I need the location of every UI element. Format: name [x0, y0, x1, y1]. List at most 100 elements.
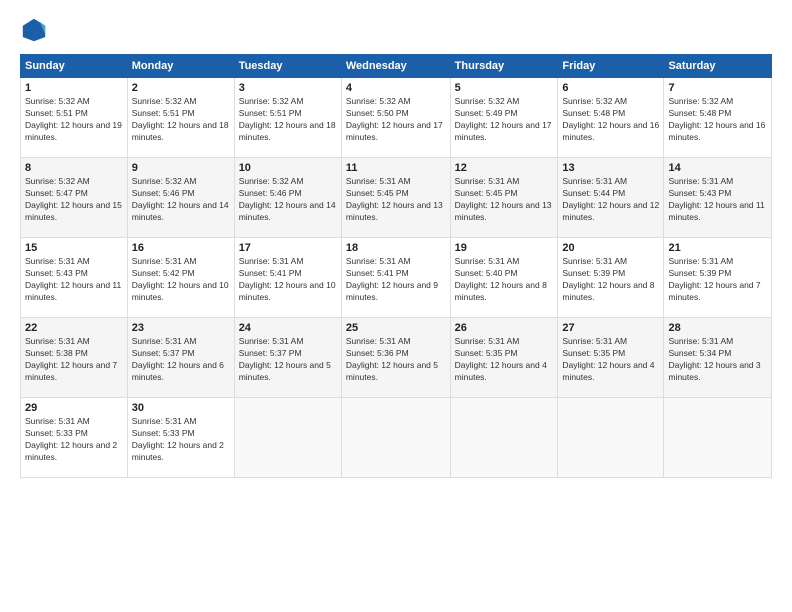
sunset-time: Sunset: 5:39 PM [562, 268, 625, 278]
daylight-hours: Daylight: 12 hours and 14 minutes. [239, 200, 336, 222]
sunset-time: Sunset: 5:48 PM [562, 108, 625, 118]
daylight-hours: Daylight: 12 hours and 4 minutes. [562, 360, 654, 382]
sunset-time: Sunset: 5:48 PM [668, 108, 731, 118]
calendar-row: 1 Sunrise: 5:32 AM Sunset: 5:51 PM Dayli… [21, 78, 772, 158]
col-friday: Friday [558, 55, 664, 78]
day-number: 28 [668, 322, 767, 334]
daylight-hours: Daylight: 12 hours and 13 minutes. [455, 200, 552, 222]
day-info: Sunrise: 5:31 AM Sunset: 5:41 PM Dayligh… [346, 256, 446, 304]
day-info: Sunrise: 5:31 AM Sunset: 5:39 PM Dayligh… [668, 256, 767, 304]
day-info: Sunrise: 5:32 AM Sunset: 5:46 PM Dayligh… [239, 176, 337, 224]
daylight-hours: Daylight: 12 hours and 16 minutes. [562, 120, 659, 142]
sunrise-time: Sunrise: 5:31 AM [25, 416, 90, 426]
day-info: Sunrise: 5:31 AM Sunset: 5:40 PM Dayligh… [455, 256, 554, 304]
calendar-cell: 2 Sunrise: 5:32 AM Sunset: 5:51 PM Dayli… [127, 78, 234, 158]
day-number: 24 [239, 322, 337, 334]
sunset-time: Sunset: 5:49 PM [455, 108, 518, 118]
daylight-hours: Daylight: 12 hours and 12 minutes. [562, 200, 659, 222]
sunrise-time: Sunrise: 5:31 AM [132, 336, 197, 346]
day-number: 20 [562, 242, 659, 254]
calendar-cell: 23 Sunrise: 5:31 AM Sunset: 5:37 PM Dayl… [127, 318, 234, 398]
daylight-hours: Daylight: 12 hours and 3 minutes. [668, 360, 760, 382]
sunset-time: Sunset: 5:37 PM [239, 348, 302, 358]
day-number: 2 [132, 82, 230, 94]
day-number: 19 [455, 242, 554, 254]
day-number: 6 [562, 82, 659, 94]
page-header [20, 16, 772, 44]
sunrise-time: Sunrise: 5:32 AM [455, 96, 520, 106]
sunrise-time: Sunrise: 5:31 AM [668, 256, 733, 266]
calendar-cell: 17 Sunrise: 5:31 AM Sunset: 5:41 PM Dayl… [234, 238, 341, 318]
calendar-cell [558, 398, 664, 478]
calendar-cell [664, 398, 772, 478]
sunrise-time: Sunrise: 5:31 AM [455, 176, 520, 186]
calendar-cell: 30 Sunrise: 5:31 AM Sunset: 5:33 PM Dayl… [127, 398, 234, 478]
sunrise-time: Sunrise: 5:31 AM [346, 256, 411, 266]
calendar-cell: 26 Sunrise: 5:31 AM Sunset: 5:35 PM Dayl… [450, 318, 558, 398]
sunrise-time: Sunrise: 5:32 AM [239, 176, 304, 186]
day-info: Sunrise: 5:31 AM Sunset: 5:39 PM Dayligh… [562, 256, 659, 304]
calendar-cell [450, 398, 558, 478]
daylight-hours: Daylight: 12 hours and 19 minutes. [25, 120, 122, 142]
sunset-time: Sunset: 5:40 PM [455, 268, 518, 278]
sunset-time: Sunset: 5:33 PM [25, 428, 88, 438]
sunrise-time: Sunrise: 5:31 AM [455, 256, 520, 266]
col-wednesday: Wednesday [341, 55, 450, 78]
day-info: Sunrise: 5:32 AM Sunset: 5:51 PM Dayligh… [132, 96, 230, 144]
daylight-hours: Daylight: 12 hours and 8 minutes. [455, 280, 547, 302]
day-number: 4 [346, 82, 446, 94]
day-info: Sunrise: 5:31 AM Sunset: 5:44 PM Dayligh… [562, 176, 659, 224]
sunset-time: Sunset: 5:42 PM [132, 268, 195, 278]
day-number: 23 [132, 322, 230, 334]
day-number: 21 [668, 242, 767, 254]
daylight-hours: Daylight: 12 hours and 18 minutes. [239, 120, 336, 142]
calendar-cell: 9 Sunrise: 5:32 AM Sunset: 5:46 PM Dayli… [127, 158, 234, 238]
calendar-page: Sunday Monday Tuesday Wednesday Thursday… [0, 0, 792, 612]
day-number: 11 [346, 162, 446, 174]
sunrise-time: Sunrise: 5:31 AM [239, 256, 304, 266]
day-info: Sunrise: 5:31 AM Sunset: 5:45 PM Dayligh… [455, 176, 554, 224]
calendar-cell: 7 Sunrise: 5:32 AM Sunset: 5:48 PM Dayli… [664, 78, 772, 158]
sunrise-time: Sunrise: 5:32 AM [346, 96, 411, 106]
calendar-table: Sunday Monday Tuesday Wednesday Thursday… [20, 54, 772, 478]
sunset-time: Sunset: 5:51 PM [25, 108, 88, 118]
day-number: 5 [455, 82, 554, 94]
logo-icon [20, 16, 48, 44]
sunset-time: Sunset: 5:45 PM [346, 188, 409, 198]
sunset-time: Sunset: 5:38 PM [25, 348, 88, 358]
day-number: 12 [455, 162, 554, 174]
sunrise-time: Sunrise: 5:31 AM [25, 336, 90, 346]
daylight-hours: Daylight: 12 hours and 5 minutes. [239, 360, 331, 382]
sunrise-time: Sunrise: 5:31 AM [562, 256, 627, 266]
sunset-time: Sunset: 5:33 PM [132, 428, 195, 438]
day-number: 7 [668, 82, 767, 94]
sunrise-time: Sunrise: 5:31 AM [562, 336, 627, 346]
calendar-cell: 4 Sunrise: 5:32 AM Sunset: 5:50 PM Dayli… [341, 78, 450, 158]
sunset-time: Sunset: 5:46 PM [132, 188, 195, 198]
day-info: Sunrise: 5:32 AM Sunset: 5:50 PM Dayligh… [346, 96, 446, 144]
calendar-cell: 5 Sunrise: 5:32 AM Sunset: 5:49 PM Dayli… [450, 78, 558, 158]
day-info: Sunrise: 5:31 AM Sunset: 5:37 PM Dayligh… [132, 336, 230, 384]
sunset-time: Sunset: 5:35 PM [455, 348, 518, 358]
sunrise-time: Sunrise: 5:32 AM [562, 96, 627, 106]
day-number: 9 [132, 162, 230, 174]
calendar-cell: 25 Sunrise: 5:31 AM Sunset: 5:36 PM Dayl… [341, 318, 450, 398]
day-number: 17 [239, 242, 337, 254]
sunset-time: Sunset: 5:39 PM [668, 268, 731, 278]
sunrise-time: Sunrise: 5:32 AM [239, 96, 304, 106]
day-info: Sunrise: 5:32 AM Sunset: 5:51 PM Dayligh… [239, 96, 337, 144]
day-info: Sunrise: 5:31 AM Sunset: 5:34 PM Dayligh… [668, 336, 767, 384]
calendar-cell: 3 Sunrise: 5:32 AM Sunset: 5:51 PM Dayli… [234, 78, 341, 158]
day-number: 18 [346, 242, 446, 254]
calendar-cell: 13 Sunrise: 5:31 AM Sunset: 5:44 PM Dayl… [558, 158, 664, 238]
sunset-time: Sunset: 5:34 PM [668, 348, 731, 358]
day-info: Sunrise: 5:31 AM Sunset: 5:35 PM Dayligh… [455, 336, 554, 384]
sunrise-time: Sunrise: 5:31 AM [132, 256, 197, 266]
day-info: Sunrise: 5:32 AM Sunset: 5:51 PM Dayligh… [25, 96, 123, 144]
calendar-cell: 10 Sunrise: 5:32 AM Sunset: 5:46 PM Dayl… [234, 158, 341, 238]
calendar-row: 8 Sunrise: 5:32 AM Sunset: 5:47 PM Dayli… [21, 158, 772, 238]
sunset-time: Sunset: 5:45 PM [455, 188, 518, 198]
calendar-cell: 8 Sunrise: 5:32 AM Sunset: 5:47 PM Dayli… [21, 158, 128, 238]
sunrise-time: Sunrise: 5:32 AM [132, 96, 197, 106]
day-info: Sunrise: 5:31 AM Sunset: 5:45 PM Dayligh… [346, 176, 446, 224]
